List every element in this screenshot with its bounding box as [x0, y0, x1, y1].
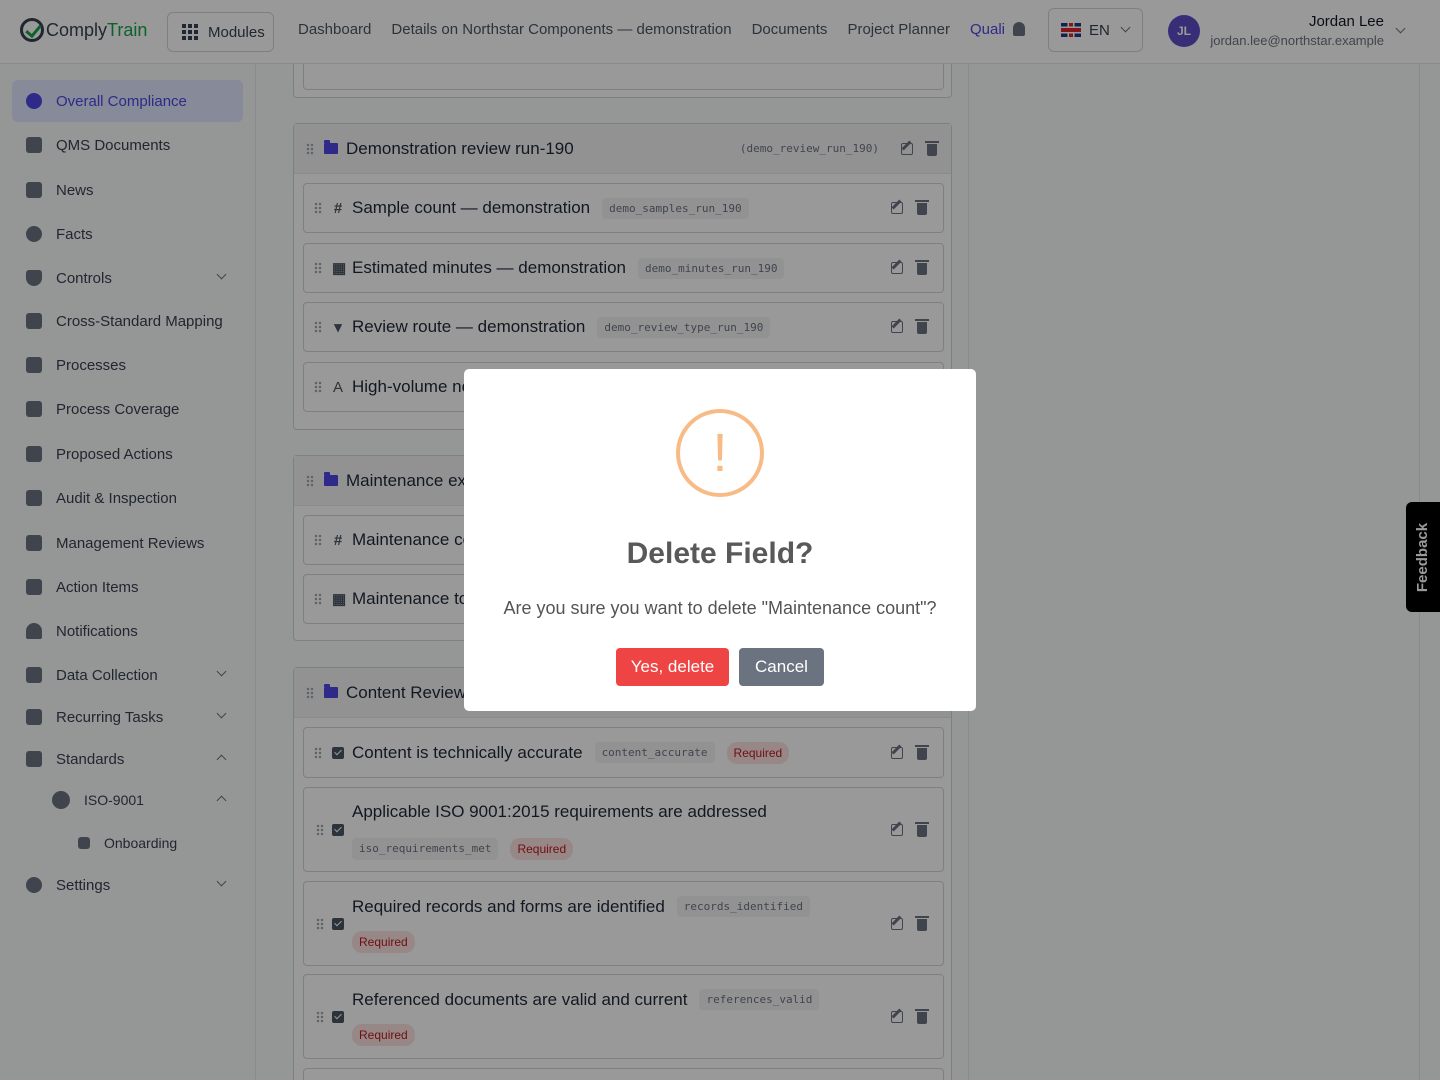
cancel-button[interactable]: Cancel: [739, 648, 824, 686]
warning-icon: !: [676, 409, 764, 497]
confirm-delete-button[interactable]: Yes, delete: [616, 648, 729, 686]
dialog-title: Delete Field?: [626, 537, 814, 570]
dialog-message: Are you sure you want to delete "Mainten…: [503, 598, 937, 618]
delete-field-dialog: ! Delete Field? Are you sure you want to…: [464, 369, 976, 711]
